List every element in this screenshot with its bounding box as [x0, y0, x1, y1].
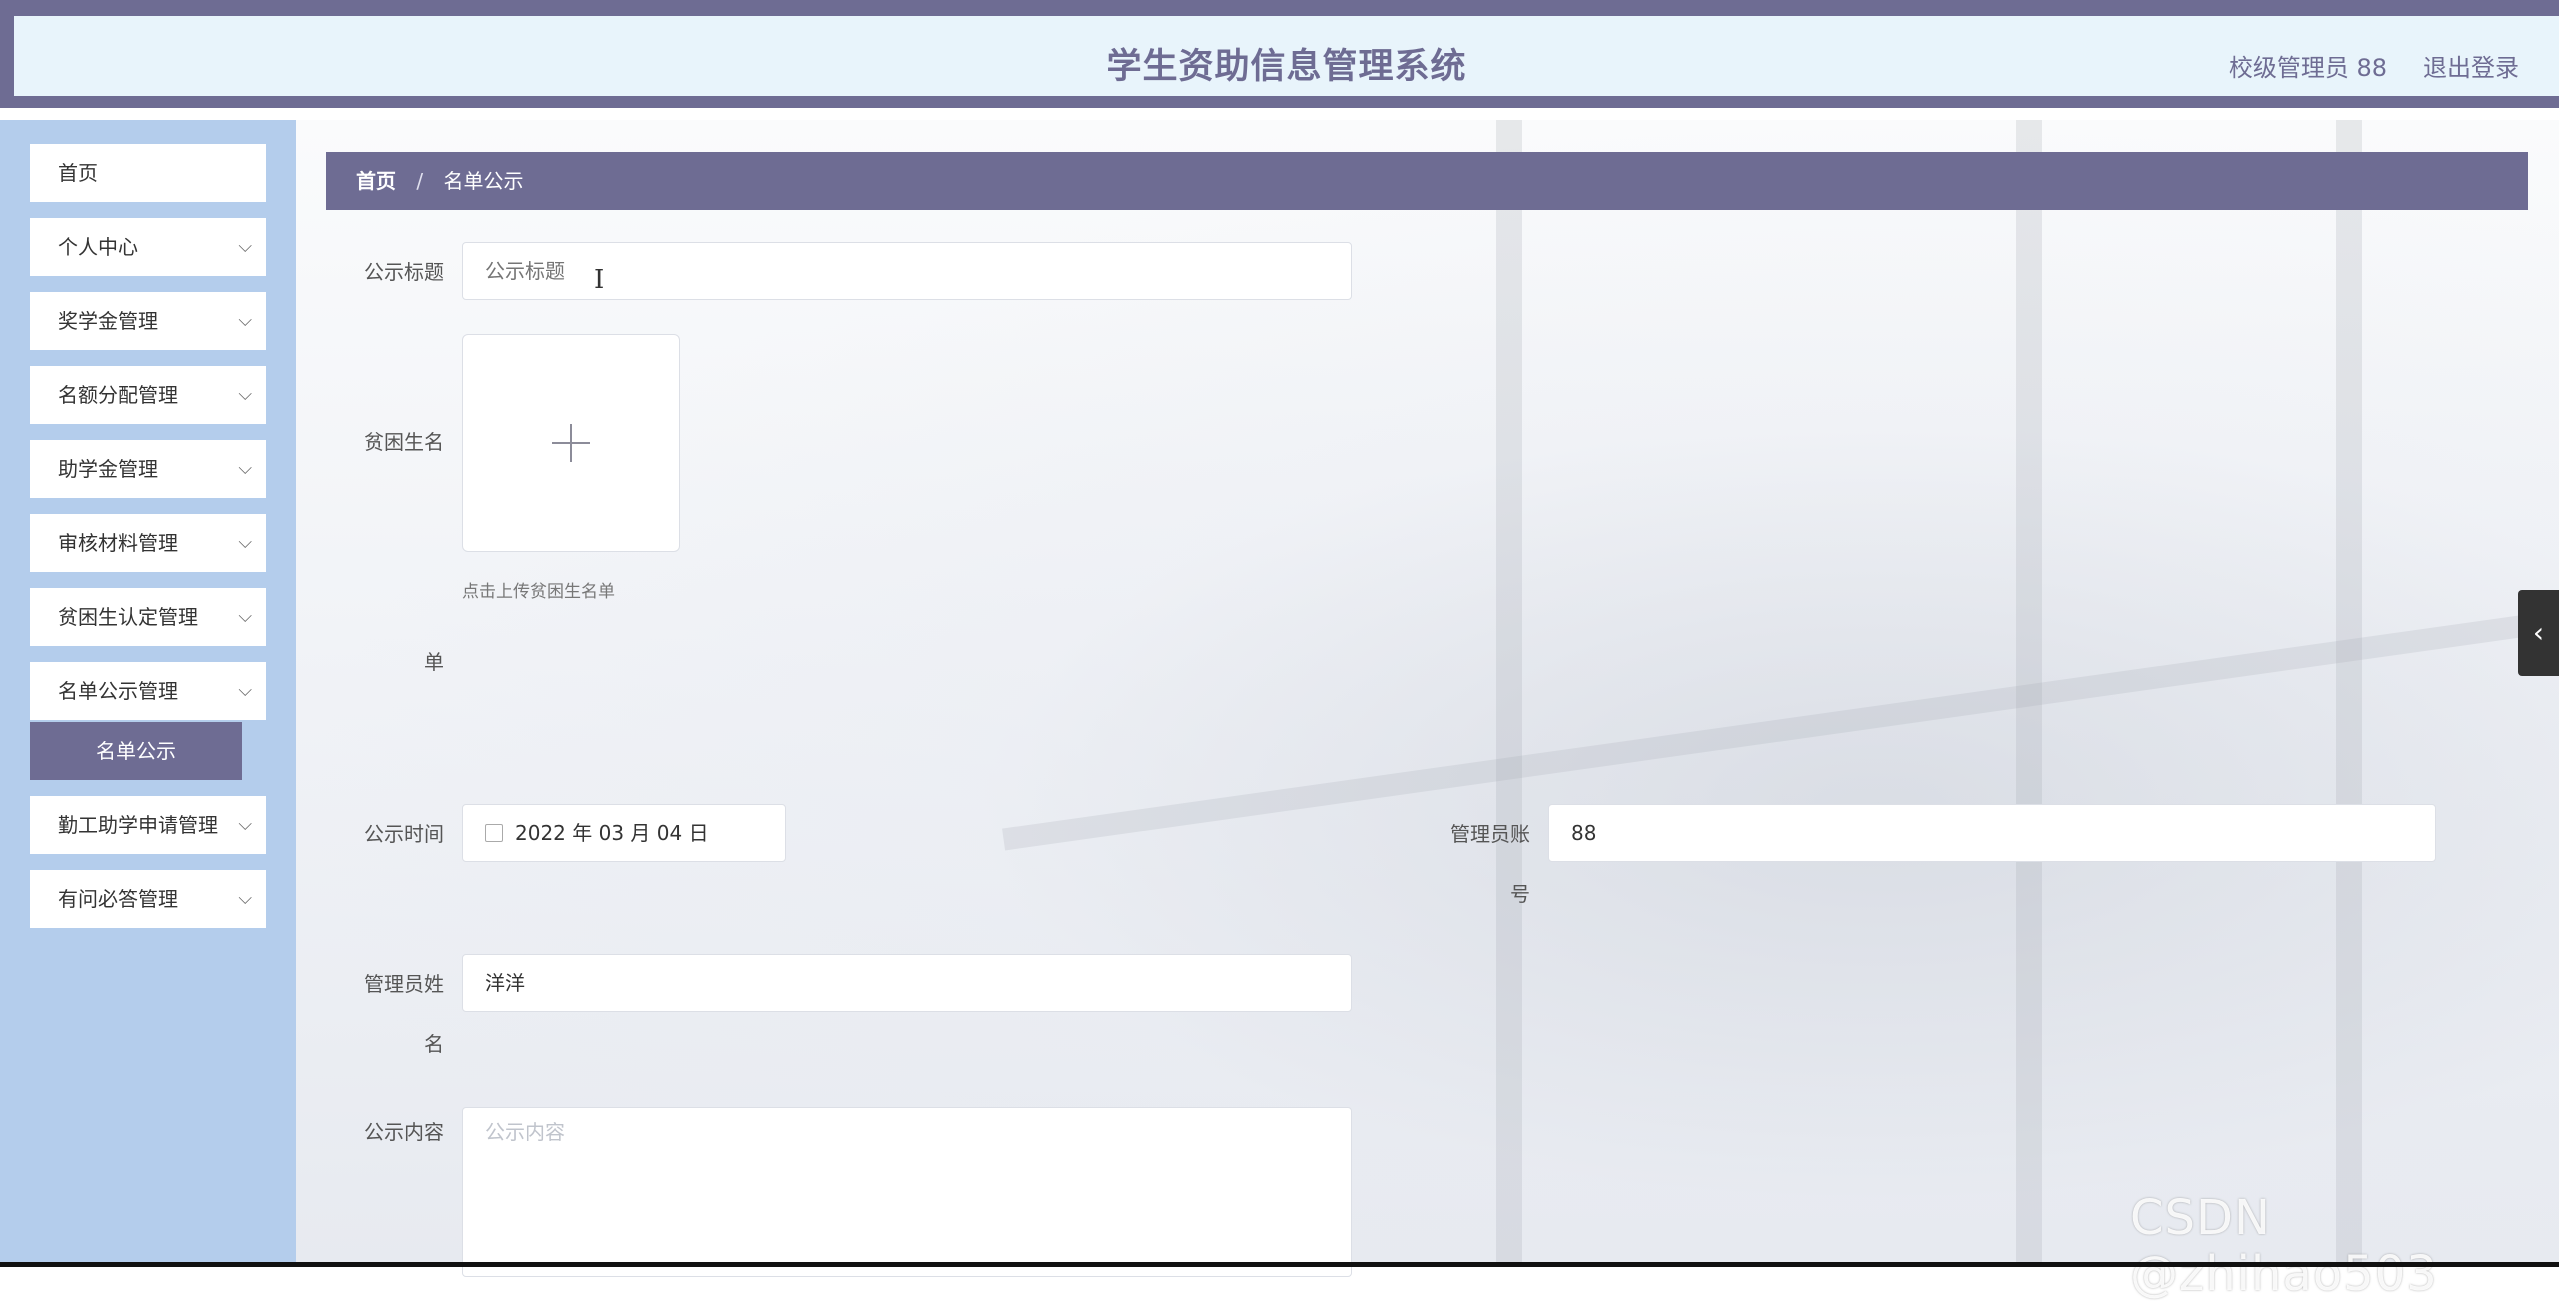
background-post: [2336, 120, 2362, 1267]
admin-name-input[interactable]: 洋洋: [462, 954, 1352, 1012]
sidebar-item-label: 贫困生认定管理: [58, 605, 198, 629]
chevron-down-icon: ⌵: [238, 384, 252, 405]
sidebar-item-work-study[interactable]: 勤工助学申请管理 ⌵: [30, 796, 266, 854]
sidebar-item-label: 奖学金管理: [58, 309, 158, 333]
sidebar-item-label: 首页: [58, 161, 98, 185]
breadcrumb-home[interactable]: 首页: [356, 169, 396, 193]
chevron-down-icon: ⌵: [238, 310, 252, 331]
poor-student-list-label-cont: 单: [424, 650, 444, 674]
chevron-up-icon: ⌵: [238, 680, 252, 701]
breadcrumb-separator: /: [416, 169, 424, 193]
content-textarea[interactable]: 公示内容: [462, 1107, 1352, 1277]
sidebar-item-personal-center[interactable]: 个人中心 ⌵: [30, 218, 266, 276]
sidebar-item-scholarship[interactable]: 奖学金管理 ⌵: [30, 292, 266, 350]
sidebar-item-review-materials[interactable]: 审核材料管理 ⌵: [30, 514, 266, 572]
admin-account-input[interactable]: 88: [1548, 804, 2436, 862]
current-user: 校级管理员 88: [2228, 54, 2387, 82]
poor-student-list-label: 贫困生名: [364, 430, 444, 454]
plus-icon: [552, 424, 590, 462]
watermark: CSDN @zhihao503: [2130, 1190, 2438, 1302]
sidebar-item-poverty-certification[interactable]: 贫困生认定管理 ⌵: [30, 588, 266, 646]
admin-name-label: 管理员姓: [364, 972, 444, 996]
publish-date-value: 2022 年 03 月 04 日: [515, 821, 709, 845]
main-content: 首页 / 名单公示 公示标题 I 贫困生名 单 点击上传贫困生名单 公示时间 2…: [296, 120, 2559, 1277]
calendar-icon: [485, 823, 503, 842]
app-title: 学生资助信息管理系统: [1106, 47, 1467, 87]
app-header: 学生资助信息管理系统 校级管理员 88 退出登录: [0, 16, 2559, 108]
sidebar-item-quota[interactable]: 名额分配管理 ⌵: [30, 366, 266, 424]
admin-name-label-cont: 名: [424, 1032, 444, 1056]
sidebar-item-label: 名额分配管理: [58, 383, 178, 407]
bottom-bar: [0, 1262, 2559, 1267]
sidebar-item-label: 个人中心: [58, 235, 138, 259]
breadcrumb: 首页 / 名单公示: [326, 152, 2528, 210]
top-stripe: [0, 0, 2559, 16]
sidebar-item-qa[interactable]: 有问必答管理 ⌵: [30, 870, 266, 928]
collapse-panel-button[interactable]: ‹: [2518, 590, 2559, 676]
submenu-item-list-publicity[interactable]: 名单公示: [30, 722, 242, 780]
sidebar-item-label: 勤工助学申请管理: [58, 813, 218, 837]
upload-area[interactable]: [462, 334, 680, 552]
breadcrumb-current: 名单公示: [443, 169, 524, 193]
sidebar-item-label: 有问必答管理: [58, 887, 178, 911]
sidebar-item-label: 审核材料管理: [58, 531, 178, 555]
admin-account-label-cont: 号: [1510, 882, 1530, 906]
chevron-down-icon: ⌵: [238, 814, 252, 835]
sidebar-item-grant[interactable]: 助学金管理 ⌵: [30, 440, 266, 498]
chevron-down-icon: ⌵: [238, 532, 252, 553]
chevron-down-icon: ⌵: [238, 458, 252, 479]
sidebar: 首页 个人中心 ⌵ 奖学金管理 ⌵ 名额分配管理 ⌵ 助学金管理 ⌵ 审核材料管…: [0, 120, 296, 1267]
chevron-down-icon: ⌵: [238, 236, 252, 257]
upload-hint: 点击上传贫困生名单: [462, 582, 615, 602]
sidebar-item-home[interactable]: 首页: [30, 144, 266, 202]
chevron-down-icon: ⌵: [238, 888, 252, 909]
publish-date-picker[interactable]: 2022 年 03 月 04 日: [462, 804, 786, 862]
sidebar-item-list-publicity[interactable]: 名单公示管理 ⌵: [30, 662, 266, 720]
sidebar-item-label: 助学金管理: [58, 457, 158, 481]
publish-time-label: 公示时间: [364, 822, 444, 846]
admin-account-label: 管理员账: [1450, 822, 1530, 846]
background-post: [1496, 120, 1522, 1267]
chevron-down-icon: ⌵: [238, 606, 252, 627]
content-label: 公示内容: [364, 1120, 444, 1144]
text-cursor-icon: I: [594, 265, 605, 295]
sidebar-item-label: 名单公示管理: [58, 679, 178, 703]
title-label: 公示标题: [364, 260, 444, 284]
logout-link[interactable]: 退出登录: [2423, 48, 2519, 83]
